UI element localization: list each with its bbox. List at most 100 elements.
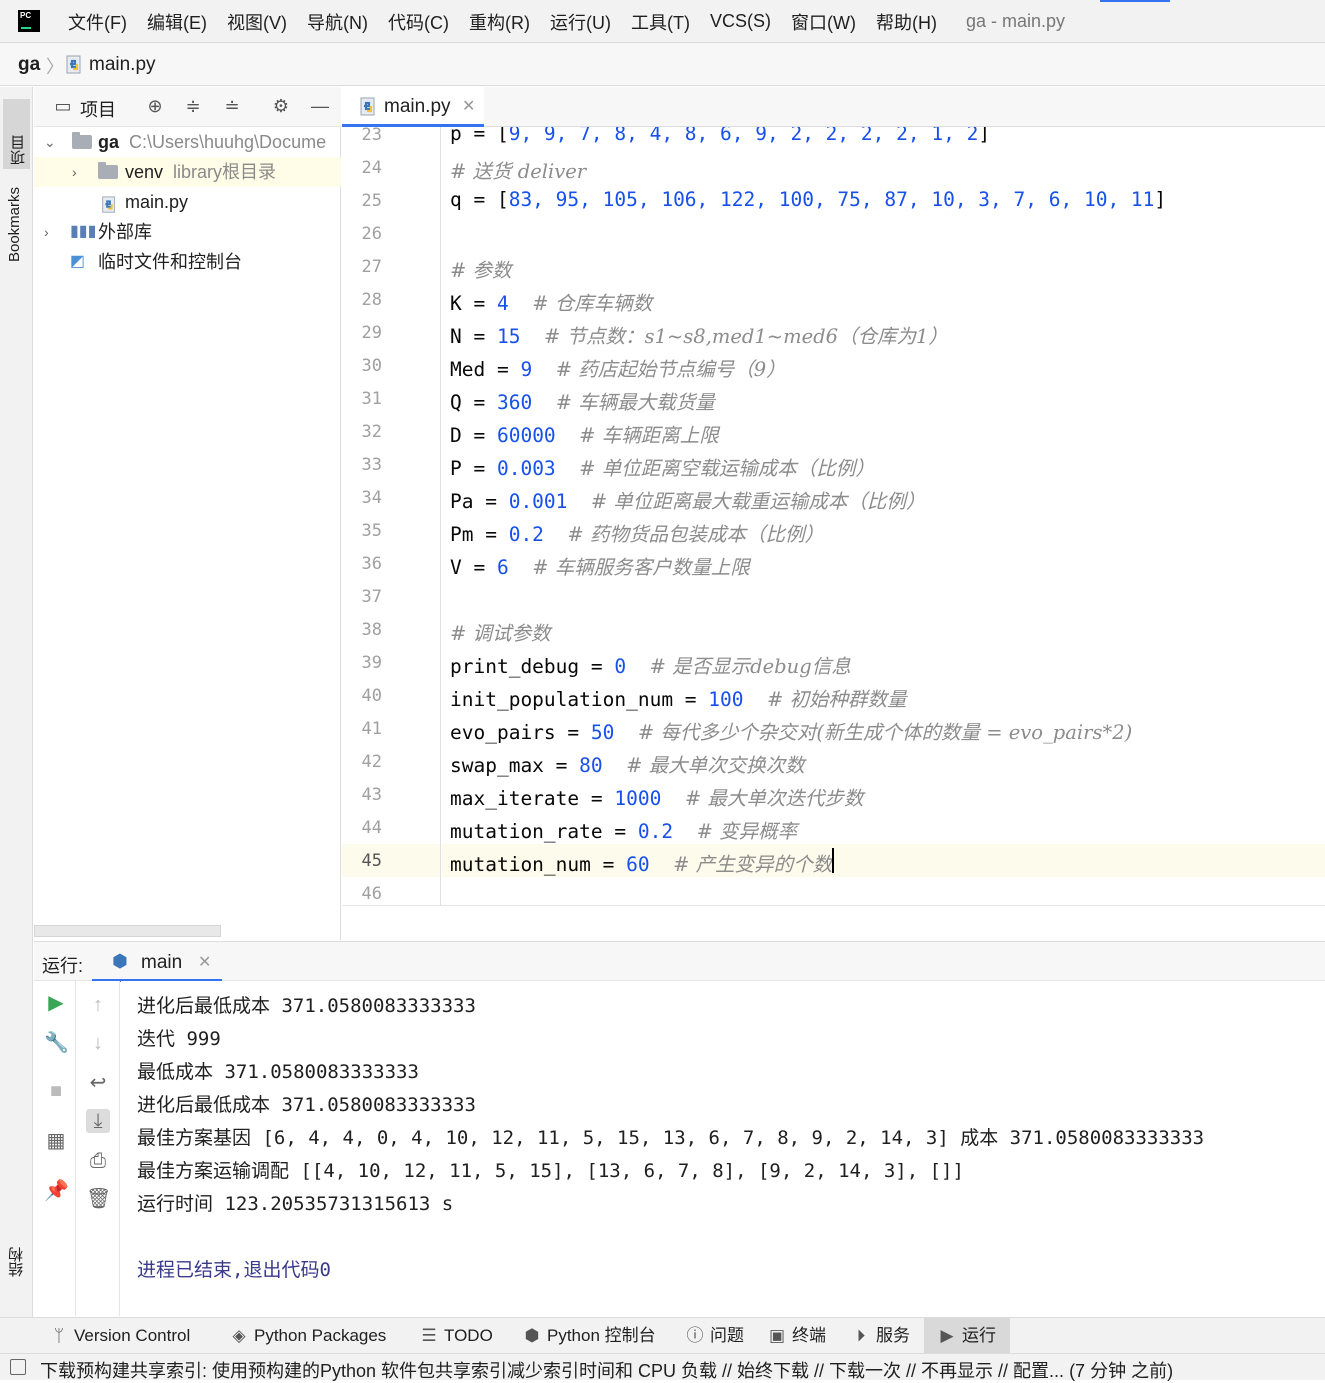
menu-refactor[interactable]: 重构(R): [459, 9, 540, 35]
tool-python-console[interactable]: ⬢ Python 控制台: [523, 1318, 656, 1354]
console-line: 最佳方案基因 [6, 4, 4, 0, 4, 10, 12, 11, 5, 15…: [137, 1127, 1205, 1149]
code-comment: # 单位距离最大载重运输成本（比例）: [590, 490, 926, 513]
tree-item-main-py[interactable]: main.py: [34, 187, 341, 217]
code-comment: # 初始种群数量: [767, 688, 907, 711]
code-comment: # 产生变异的个数: [673, 853, 833, 876]
menu-tools[interactable]: 工具(T): [621, 9, 700, 35]
bookmarks-tool-tab[interactable]: Bookmarks: [6, 187, 23, 262]
run-tab-main[interactable]: ⬢ main ✕: [92, 942, 222, 982]
main-menu: 文件(F) 编辑(E) 视图(V) 导航(N) 代码(C) 重构(R) 运行(U…: [58, 0, 947, 43]
menu-file[interactable]: 文件(F): [58, 9, 137, 35]
list-icon: ☰: [421, 1326, 437, 1345]
code-comment: # 最大单次迭代步数: [684, 787, 864, 810]
tree-item-scratches[interactable]: ◩ 临时文件和控制台: [34, 247, 341, 277]
code-text: Pa =: [450, 490, 509, 513]
line-number: 34: [361, 488, 382, 508]
project-tool-tab[interactable]: 项目: [3, 99, 30, 169]
code-number: 4: [496, 292, 509, 315]
close-icon[interactable]: ✕: [198, 952, 211, 972]
code-comment: # 仓库车辆数: [532, 292, 653, 315]
line-number: 39: [361, 653, 382, 673]
breadcrumb-file[interactable]: main.py: [89, 54, 156, 76]
code-text: init_population_num =: [450, 688, 709, 711]
layout-icon[interactable]: ▦: [44, 1129, 68, 1153]
print-icon[interactable]: ⎙: [86, 1149, 110, 1173]
trash-icon[interactable]: 🗑: [86, 1187, 111, 1211]
code-comment: # 车辆距离上限: [579, 424, 719, 447]
code-comment: # 变异概率: [696, 820, 798, 843]
code-line: # 参数: [450, 254, 512, 283]
code-text: max_iterate =: [450, 787, 615, 810]
chevron-right-icon[interactable]: ›: [72, 157, 77, 187]
settings-gear-icon[interactable]: ⚙: [270, 95, 292, 117]
menu-code[interactable]: 代码(C): [378, 9, 459, 35]
run-console-output[interactable]: 进化后最低成本 371.0580083333333 迭代 999 最低成本 37…: [121, 981, 1325, 1316]
line-number: 24: [361, 158, 382, 178]
menu-edit[interactable]: 编辑(E): [137, 9, 217, 35]
notification-icon[interactable]: [10, 1359, 26, 1375]
rerun-play-icon[interactable]: ▶: [44, 991, 68, 1015]
tool-python-packages[interactable]: ◈ Python Packages: [230, 1318, 386, 1354]
status-message[interactable]: 下载预构建共享索引: 使用预构建的Python 软件包共享索引减少索引时间和 C…: [40, 1357, 1173, 1383]
project-panel-title[interactable]: 项目: [80, 96, 116, 122]
collapse-all-icon[interactable]: ≐: [221, 95, 243, 117]
pin-icon[interactable]: 📌: [44, 1179, 69, 1203]
tool-services[interactable]: ⏵ 服务: [852, 1318, 910, 1354]
menu-vcs[interactable]: VCS(S): [700, 11, 781, 32]
code-comment: # 是否显示debug信息: [649, 655, 851, 678]
code-number: 9: [520, 358, 533, 381]
chevron-right-icon[interactable]: ›: [44, 217, 49, 247]
tree-item-venv[interactable]: › venv library根目录: [34, 157, 341, 187]
run-toolbar-secondary: ↑ ↓ ↩ ⤓ ⎙ 🗑: [76, 981, 120, 1316]
menu-run[interactable]: 运行(U): [540, 9, 621, 35]
locate-file-icon[interactable]: ⊕: [144, 95, 166, 117]
info-icon: ⓘ: [686, 1326, 704, 1345]
console-line: 运行时间 123.20535731315613 s: [137, 1193, 454, 1215]
tree-root-name: ga: [98, 132, 120, 152]
code-text: Q =: [450, 391, 497, 414]
menu-navigate[interactable]: 导航(N): [297, 9, 378, 35]
line-number: 29: [361, 323, 382, 343]
line-number: 35: [361, 521, 382, 541]
code-number: 0.001: [508, 490, 568, 513]
tool-terminal[interactable]: ▣ 终端: [768, 1318, 826, 1354]
arrow-down-icon[interactable]: ↓: [86, 1031, 110, 1055]
code-comment: # 药店起始节点编号（9）: [555, 358, 786, 381]
project-view-icon[interactable]: ▭: [52, 95, 74, 117]
code-text: D =: [450, 424, 497, 447]
tree-item-external-libs[interactable]: › ▮▮▮ 外部库: [34, 217, 341, 247]
line-number: 40: [361, 686, 382, 706]
soft-wrap-icon[interactable]: ↩: [86, 1071, 110, 1095]
tree-root-ga[interactable]: ⌄ ga C:\Users\huuhg\Docume: [34, 127, 341, 157]
close-icon[interactable]: ✕: [462, 96, 475, 116]
editor-tab-main-py[interactable]: main.py ✕: [342, 87, 484, 127]
code-number: 83, 95, 105, 106, 122, 100, 75, 87, 10, …: [508, 188, 1155, 211]
wrench-icon[interactable]: 🔧: [44, 1031, 69, 1055]
menu-window[interactable]: 窗口(W): [781, 9, 866, 35]
menu-help[interactable]: 帮助(H): [866, 9, 947, 35]
scroll-to-end-icon[interactable]: ⤓: [86, 1109, 110, 1133]
code-editor[interactable]: p = [9, 9, 7, 8, 4, 8, 6, 9, 2, 2, 2, 2,…: [442, 127, 1325, 905]
expand-all-icon[interactable]: ≑: [182, 95, 204, 117]
tool-problems[interactable]: ⓘ 问题: [686, 1318, 745, 1354]
arrow-up-icon[interactable]: ↑: [86, 993, 110, 1017]
breadcrumb-project[interactable]: ga: [18, 54, 40, 76]
tool-run[interactable]: ▶ 运行: [924, 1318, 1010, 1354]
structure-tool-tab[interactable]: 结构: [6, 1247, 27, 1277]
tool-version-control[interactable]: ᛘ Version Control: [50, 1318, 190, 1354]
code-number: 9, 9, 7, 8, 4, 8, 6, 9, 2, 2, 2, 2, 1, 2: [508, 127, 979, 145]
services-play-icon: ⏵: [856, 1326, 866, 1345]
project-horizontal-scrollbar[interactable]: [34, 925, 221, 937]
code-text: P =: [450, 457, 497, 480]
tool-todo[interactable]: ☰ TODO: [420, 1318, 492, 1354]
code-line: max_iterate = 1000 # 最大单次迭代步数: [450, 782, 863, 811]
line-number: 28: [361, 290, 382, 310]
breadcrumb: ga 〉 main.py: [0, 43, 1325, 86]
hide-panel-icon[interactable]: —: [309, 95, 331, 117]
stop-icon[interactable]: ■: [44, 1079, 68, 1103]
chevron-down-icon[interactable]: ⌄: [44, 127, 56, 157]
menu-view[interactable]: 视图(V): [217, 9, 297, 35]
